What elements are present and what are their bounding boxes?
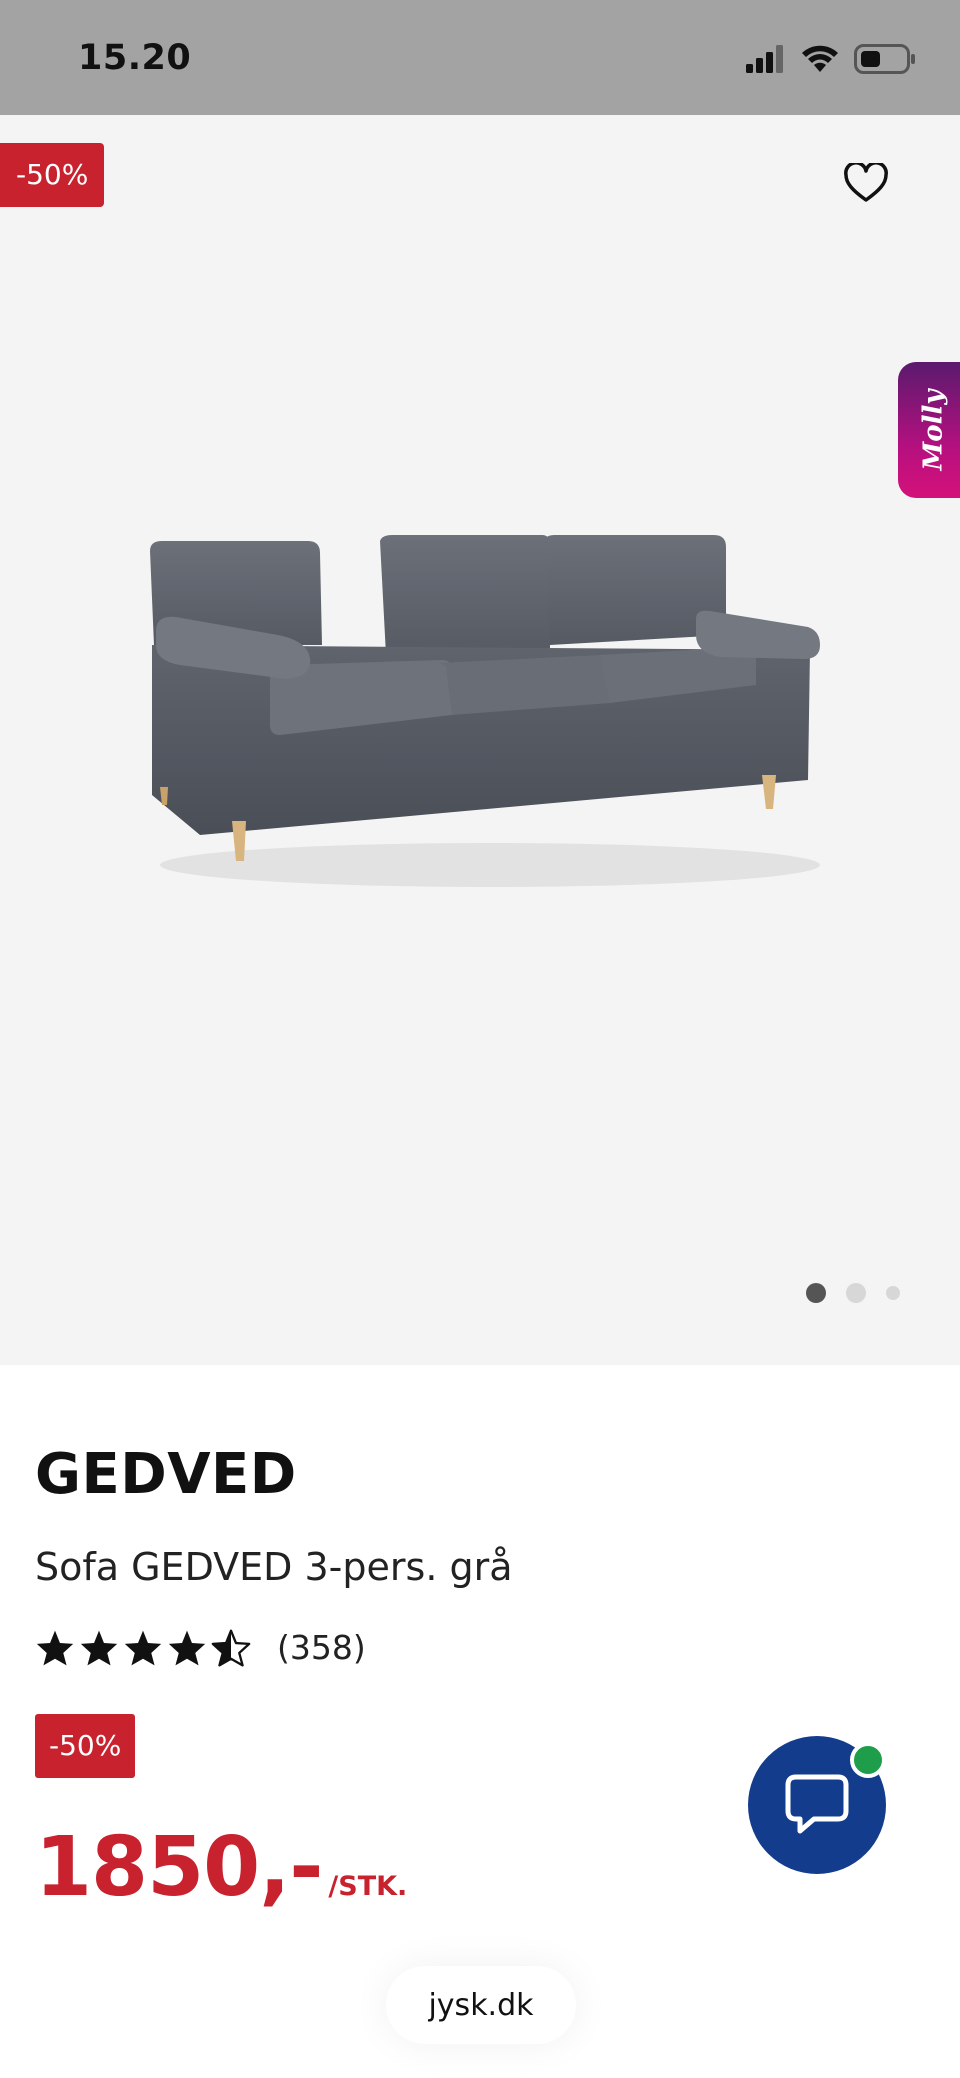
online-status-dot [850, 1742, 886, 1778]
carousel-dot[interactable] [806, 1283, 826, 1303]
price-unit: /STK. [328, 1871, 408, 1902]
review-count[interactable]: (358) [277, 1628, 366, 1667]
star-filled-icon [168, 1630, 206, 1665]
star-filled-icon [36, 1630, 74, 1665]
rating-stars [35, 1628, 251, 1667]
price-discount-badge: -50% [35, 1714, 136, 1778]
sofa-image [150, 535, 820, 887]
cellular-signal-icon [746, 45, 783, 73]
star-half-icon [211, 1628, 251, 1667]
chat-bubble-icon [785, 1774, 849, 1834]
star-filled-icon [80, 1630, 118, 1665]
heart-icon [844, 163, 888, 202]
discount-badge: -50% [0, 143, 105, 207]
molly-assistant-tab[interactable]: Molly [898, 362, 960, 498]
browser-url-bar[interactable]: jysk.dk [386, 1966, 576, 2044]
star-filled-icon [124, 1630, 162, 1665]
carousel-dot[interactable] [886, 1286, 900, 1300]
carousel-indicator[interactable] [806, 1283, 900, 1303]
wifi-icon [802, 45, 838, 72]
molly-label: Molly [918, 389, 949, 471]
battery-icon [854, 44, 915, 74]
carousel-dot[interactable] [846, 1283, 866, 1303]
product-image-gallery[interactable]: -50% Molly [0, 115, 960, 1365]
favorite-button[interactable] [838, 155, 894, 211]
status-time: 15.20 [78, 38, 192, 78]
product-name: GEDVED [35, 1442, 297, 1507]
product-description: Sofa GEDVED 3-pers. grå [35, 1545, 513, 1589]
product-rating[interactable]: (358) [35, 1628, 366, 1667]
status-icons [746, 44, 916, 74]
status-bar: 15.20 [0, 0, 960, 115]
price-value: 1850,- [35, 1820, 323, 1915]
product-price: 1850,- /STK. [35, 1820, 407, 1915]
